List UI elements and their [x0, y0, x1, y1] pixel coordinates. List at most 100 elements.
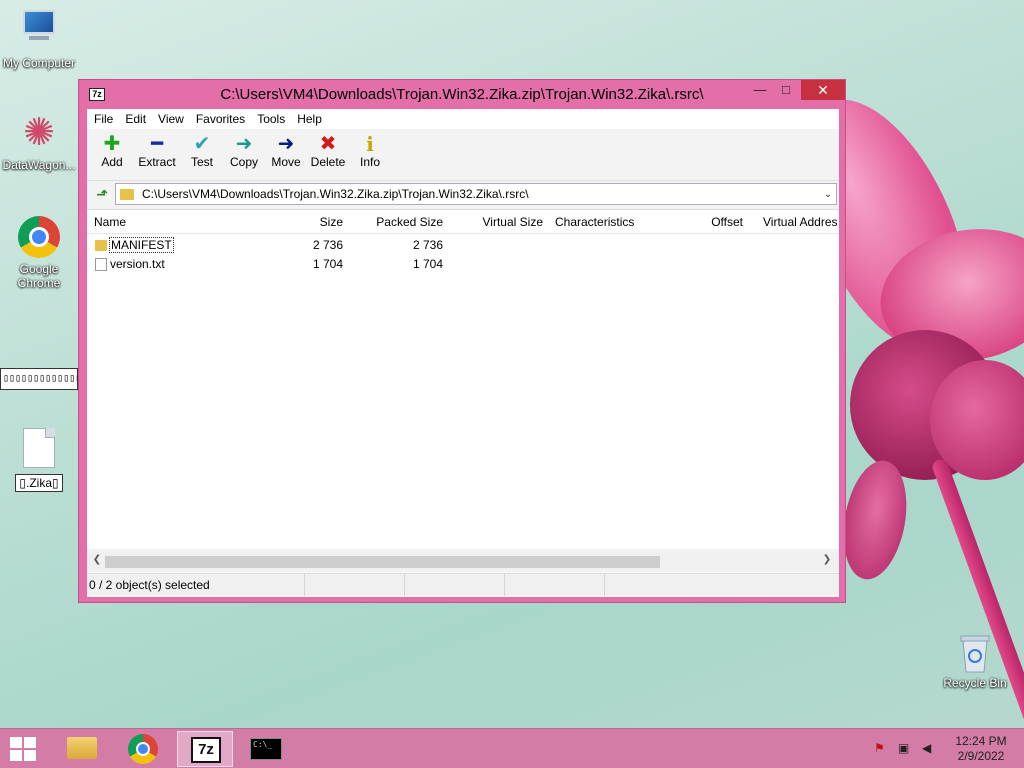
address-bar: ⬏ ⌄ — [87, 181, 839, 207]
windows-logo-icon — [10, 750, 22, 761]
column-header-size[interactable]: Size — [267, 215, 343, 229]
column-header-virtual-address[interactable]: Virtual Addres — [763, 215, 838, 229]
add-button[interactable]: ✚ Add — [91, 129, 133, 180]
text-file-icon — [95, 258, 107, 271]
desktop-icon-label: DataWagon... — [2, 158, 76, 172]
windows-logo-icon — [24, 737, 36, 748]
7zip-icon: 7z — [191, 737, 221, 763]
close-button[interactable]: ✕ — [801, 80, 845, 100]
chevron-down-icon[interactable]: ⌄ — [820, 189, 836, 200]
desktop-icon-datawagon[interactable]: ✺ DataWagon... — [0, 112, 78, 172]
flower-stem — [930, 457, 1024, 745]
column-header-offset[interactable]: Offset — [667, 215, 743, 229]
info-label: Info — [359, 155, 380, 169]
7zip-file-manager-window: 7z C:\Users\VM4\Downloads\Trojan.Win32.Z… — [78, 79, 846, 603]
status-selection: 0 / 2 object(s) selected — [87, 574, 305, 596]
list-header: Name Size Packed Size Virtual Size Chara… — [87, 210, 839, 234]
column-header-packed-size[interactable]: Packed Size — [357, 215, 443, 229]
delete-label: Delete — [310, 155, 346, 169]
menu-file[interactable]: File — [88, 109, 119, 129]
desktop-icon-label: Google Chrome — [17, 262, 61, 290]
move-label: Move — [271, 155, 301, 169]
network-icon[interactable]: ▣ — [898, 741, 909, 755]
garbled-text-strip: ▯▯▯▯▯▯▯▯▯▯▯▯▯▯▯▯▯▯ — [0, 368, 78, 390]
system-clock[interactable]: 12:24 PM 2/9/2022 — [950, 734, 1012, 764]
file-size: 1 704 — [312, 257, 343, 271]
menu-bar: File Edit View Favorites Tools Help — [87, 109, 839, 129]
action-center-flag-icon[interactable]: ⚑ — [874, 741, 885, 755]
test-icon: ✔ — [193, 133, 211, 155]
desktop-icon-zika-file[interactable]: ▯.Zika▯ — [0, 428, 78, 492]
info-icon: i — [366, 132, 374, 156]
file-name: MANIFEST — [109, 237, 174, 253]
windows-logo-icon — [10, 737, 22, 748]
menu-edit[interactable]: Edit — [119, 109, 152, 129]
desktop-icon-my-computer[interactable]: My Computer — [0, 10, 78, 70]
scroll-right-icon[interactable]: ❯ — [819, 554, 835, 565]
chrome-icon — [17, 216, 61, 260]
column-header-characteristics[interactable]: Characteristics — [555, 215, 634, 229]
column-header-name[interactable]: Name — [94, 215, 126, 229]
file-explorer-icon — [67, 737, 97, 759]
desktop-icon-label: ▯.Zika▯ — [15, 474, 63, 492]
delete-button[interactable]: ✖ Delete — [307, 129, 349, 180]
move-button[interactable]: ➜ Move — [265, 129, 307, 180]
file-packed-size: 1 704 — [412, 257, 443, 271]
address-combobox[interactable]: ⌄ — [115, 183, 837, 205]
menu-help[interactable]: Help — [291, 109, 328, 129]
computer-icon — [17, 10, 61, 54]
clock-date: 2/9/2022 — [957, 749, 1005, 763]
desktop-icon-label: My Computer — [2, 56, 76, 70]
up-folder-icon[interactable]: ⬏ — [89, 183, 115, 205]
copy-label: Copy — [229, 155, 258, 169]
table-row[interactable]: MANIFEST 2 736 2 736 — [87, 236, 839, 255]
test-button[interactable]: ✔ Test — [181, 129, 223, 180]
copy-icon: ➜ — [235, 133, 253, 155]
menu-tools[interactable]: Tools — [251, 109, 291, 129]
taskbar-file-explorer[interactable] — [52, 731, 108, 767]
delete-icon: ✖ — [319, 133, 337, 155]
file-size: 2 736 — [312, 238, 343, 252]
maximize-button[interactable]: □ — [773, 80, 799, 100]
table-row[interactable]: version.txt 1 704 1 704 — [87, 255, 839, 274]
minimize-button[interactable]: — — [747, 80, 773, 100]
title-bar[interactable]: 7z C:\Users\VM4\Downloads\Trojan.Win32.Z… — [79, 80, 845, 108]
copy-button[interactable]: ➜ Copy — [223, 129, 265, 180]
horizontal-scrollbar[interactable]: ❮ ❯ — [87, 552, 839, 570]
extract-label: Extract — [138, 155, 176, 169]
file-name: version.txt — [110, 257, 165, 271]
scrollbar-thumb[interactable] — [105, 556, 660, 568]
column-header-virtual-size[interactable]: Virtual Size — [457, 215, 543, 229]
status-pane — [405, 574, 505, 596]
folder-icon — [120, 188, 134, 200]
command-prompt-icon: C:\_ — [250, 738, 282, 760]
file-icon — [17, 428, 61, 472]
extract-button[interactable]: ━ Extract — [133, 129, 181, 180]
file-list[interactable]: Name Size Packed Size Virtual Size Chara… — [87, 209, 839, 549]
speaker-muted-icon[interactable]: ◀ — [922, 741, 931, 755]
toolbar: ✚ Add ━ Extract ✔ Test ➜ Copy ➜ Move ✖ D… — [87, 129, 839, 181]
desktop-icon-recycle-bin[interactable]: Recycle Bin — [936, 632, 1014, 690]
scroll-left-icon[interactable]: ❮ — [89, 554, 105, 565]
taskbar-7zip[interactable]: 7z — [177, 731, 233, 767]
taskbar-command-prompt[interactable]: C:\_ — [238, 731, 294, 767]
info-button[interactable]: i Info — [349, 129, 391, 180]
desktop-icon-label: Recycle Bin — [943, 676, 1007, 690]
address-input[interactable] — [142, 187, 820, 201]
windows-logo-icon — [24, 750, 36, 761]
status-pane — [305, 574, 405, 596]
start-button[interactable] — [10, 737, 38, 761]
extract-icon: ━ — [150, 133, 164, 155]
chrome-icon — [128, 734, 158, 764]
taskbar: 7z C:\_ ⚑ ▣ ◀ 12:24 PM 2/9/2022 — [0, 728, 1024, 768]
status-bar: 0 / 2 object(s) selected — [87, 573, 839, 596]
taskbar-chrome[interactable] — [115, 731, 171, 767]
menu-view[interactable]: View — [152, 109, 190, 129]
recycle-bin-icon — [959, 632, 991, 674]
clock-time: 12:24 PM — [955, 734, 1007, 748]
test-label: Test — [190, 155, 213, 169]
desktop-icon-google-chrome[interactable]: Google Chrome — [0, 216, 78, 290]
add-label: Add — [101, 155, 123, 169]
window-title: C:\Users\VM4\Downloads\Trojan.Win32.Zika… — [220, 86, 704, 103]
menu-favorites[interactable]: Favorites — [190, 109, 251, 129]
